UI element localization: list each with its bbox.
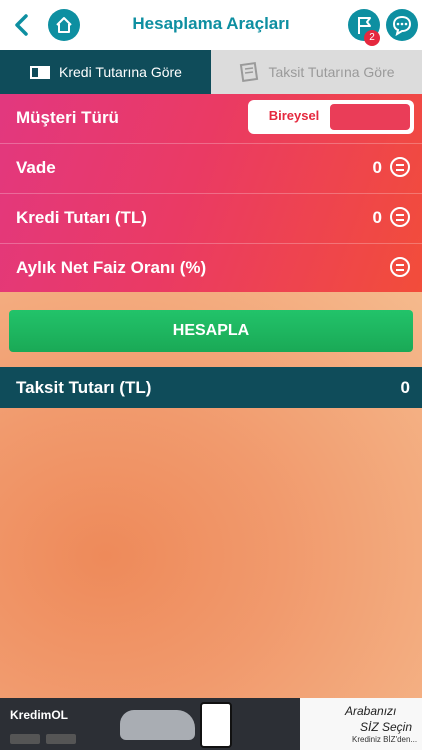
toggle-knob[interactable] <box>330 104 410 130</box>
phone-image <box>200 702 232 748</box>
app-store-badge-icon <box>46 734 76 744</box>
notification-badge: 2 <box>364 30 380 46</box>
tab-loan-amount[interactable]: Kredi Tutarına Göre <box>0 50 211 94</box>
installment-label: Taksit Tutarı (TL) <box>16 378 152 397</box>
chat-icon[interactable] <box>386 9 418 41</box>
term-value[interactable]: 0 <box>373 158 382 178</box>
background-area <box>0 292 422 698</box>
banknote-icon <box>29 63 51 81</box>
installment-result: Taksit Tutarı (TL) 0 <box>0 367 422 408</box>
top-bar: Hesaplama Araçları 2 <box>0 0 422 50</box>
loan-amount-value[interactable]: 0 <box>373 208 382 228</box>
customer-type-toggle[interactable]: Bireysel <box>248 100 414 134</box>
equals-icon[interactable] <box>390 157 410 177</box>
equals-icon[interactable] <box>390 257 410 277</box>
interest-rate-label: Aylık Net Faiz Oranı (%) <box>16 258 207 277</box>
calculate-button[interactable]: HESAPLA <box>9 310 413 352</box>
ad-slogan-line2: SİZ Seçin <box>360 720 413 734</box>
customer-type-value: Bireysel <box>268 108 320 123</box>
ad-slogan-line1: Arabanızı <box>345 704 397 718</box>
tab-label: Kredi Tutarına Göre <box>59 64 182 80</box>
ad-slogan-line3: Krediniz BİZ'den... <box>352 735 418 744</box>
google-play-badge-icon <box>10 734 40 744</box>
installment-value: 0 <box>400 378 410 397</box>
loan-form: Müşteri Türü Bireysel Vade 0 Kredi Tutar… <box>0 94 422 292</box>
equals-icon[interactable] <box>390 207 410 227</box>
ad-brand: KredimOL <box>10 708 69 722</box>
customer-type-label: Müşteri Türü <box>16 108 119 127</box>
customer-type-row: Müşteri Türü Bireysel <box>0 94 422 144</box>
tab-installment-amount[interactable]: Taksit Tutarına Göre <box>211 50 422 94</box>
ad-banner[interactable]: KredimOL Arabanızı SİZ Seçin Krediniz Bİ… <box>0 698 422 750</box>
tab-label: Taksit Tutarına Göre <box>268 64 395 80</box>
interest-rate-row[interactable]: Aylık Net Faiz Oranı (%) <box>0 244 422 293</box>
car-image <box>120 710 195 740</box>
loan-amount-row[interactable]: Kredi Tutarı (TL) 0 <box>0 194 422 244</box>
term-label: Vade <box>16 158 56 177</box>
document-icon <box>238 62 260 82</box>
loan-amount-label: Kredi Tutarı (TL) <box>16 208 147 227</box>
term-row[interactable]: Vade 0 <box>0 144 422 194</box>
calculation-tabs: Kredi Tutarına Göre Taksit Tutarına Göre <box>0 50 422 94</box>
